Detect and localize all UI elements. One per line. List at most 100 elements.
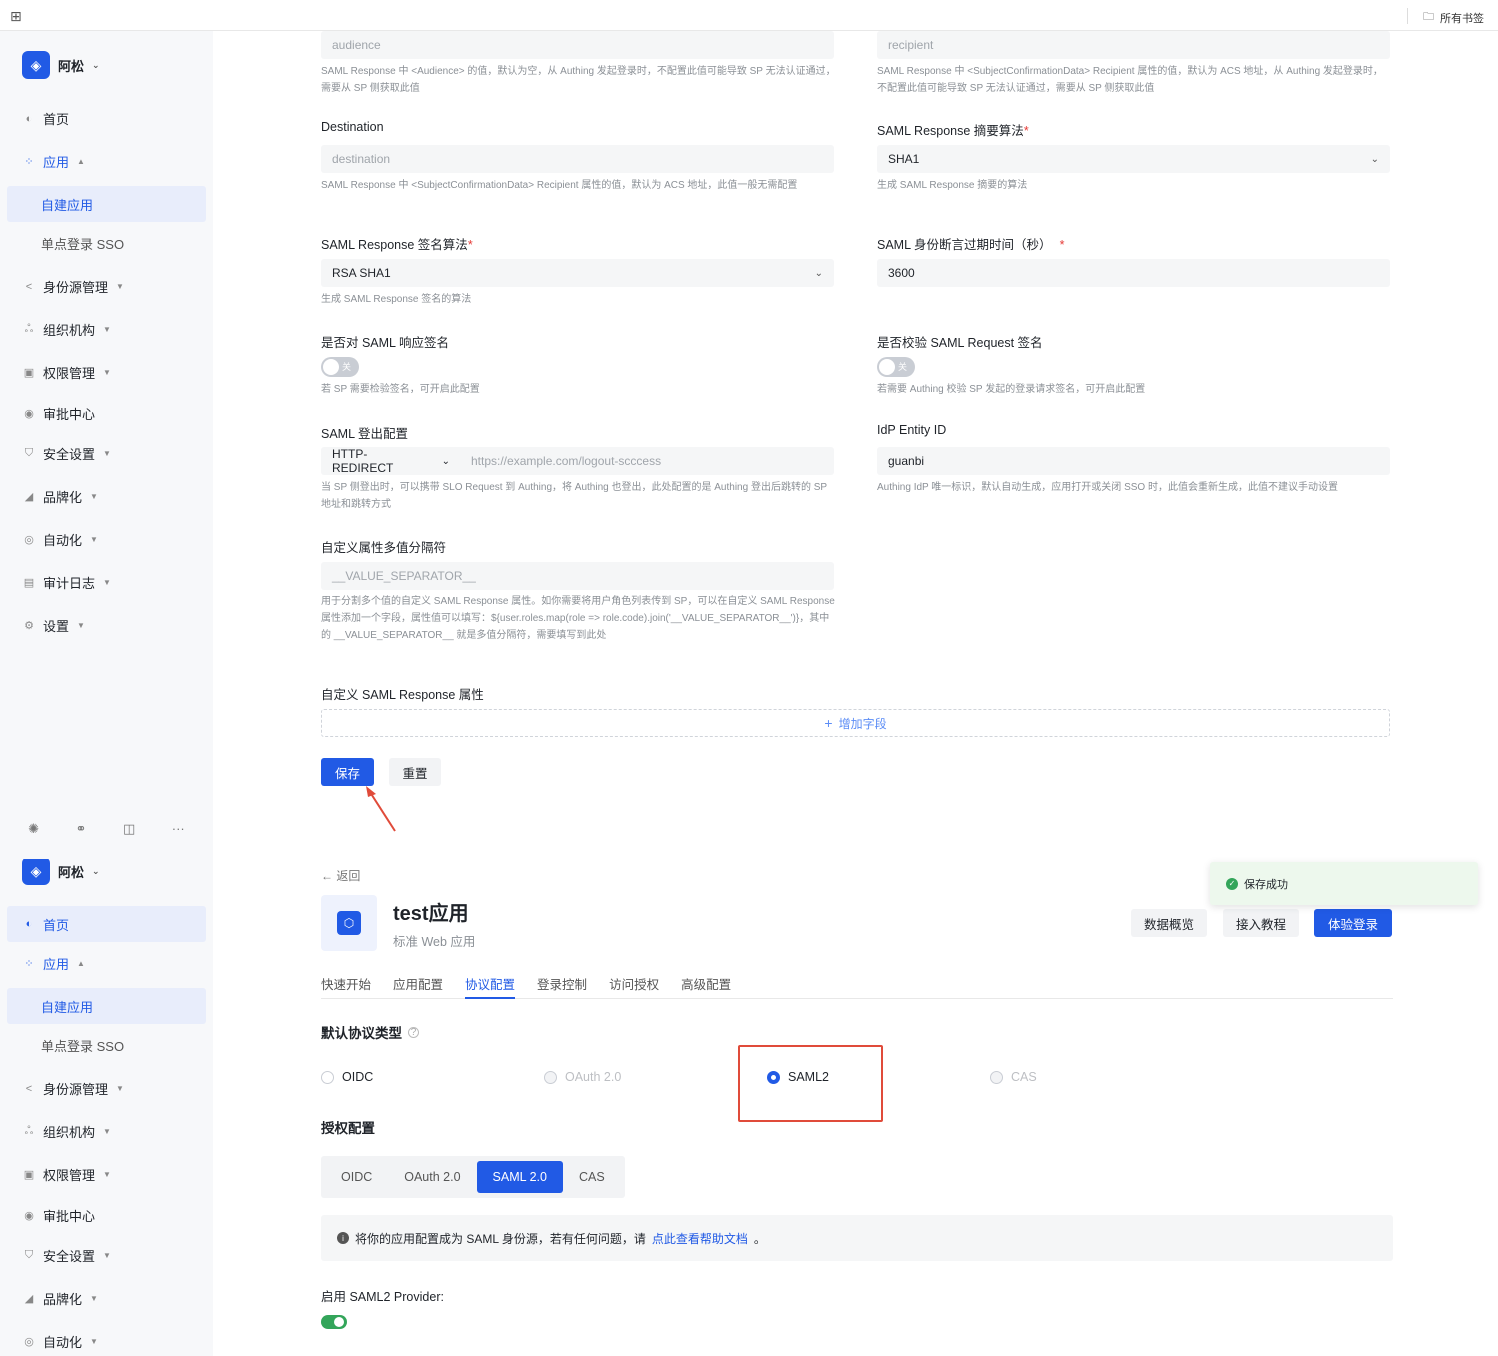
radio-circle xyxy=(321,1070,334,1084)
sidebar-item-automation[interactable]: ◎ 自动化 ▼ xyxy=(0,1320,213,1356)
sidebar-item-audit-log[interactable]: ▤ 审计日志 ▼ xyxy=(0,561,213,604)
logout-url-input[interactable]: https://example.com/logout-scccess xyxy=(461,454,661,468)
radio-oidc[interactable]: OIDC xyxy=(321,1070,373,1084)
expire-input[interactable]: 3600 xyxy=(877,259,1390,287)
value: RSA SHA1 xyxy=(332,266,391,280)
gear-icon: ⚙ xyxy=(24,620,34,632)
more-icon[interactable]: ··· xyxy=(172,821,185,837)
label: OAuth 2.0 xyxy=(565,1070,622,1084)
digest-select[interactable]: SHA1 ⌄ xyxy=(877,145,1390,173)
destination-input[interactable]: destination xyxy=(321,145,834,173)
plus-icon: + xyxy=(824,715,833,731)
tab-quick-start[interactable]: 快速开始 xyxy=(321,974,371,999)
app-title: test应用 xyxy=(393,903,469,925)
all-bookmarks[interactable]: 🗀 所有书签 xyxy=(1407,8,1484,27)
tab-advanced[interactable]: 高级配置 xyxy=(681,974,731,999)
segment-cas[interactable]: CAS xyxy=(563,1161,621,1193)
reset-button[interactable]: 重置 xyxy=(389,758,441,786)
sidebar-item-self-built-apps[interactable]: 自建应用 xyxy=(7,186,206,222)
sidebar-item-sso[interactable]: 单点登录 SSO xyxy=(0,1024,213,1067)
sidebar-item-security[interactable]: ⛉ 安全设置 ▼ xyxy=(0,1234,213,1277)
link-icon[interactable]: ⚭ xyxy=(76,821,87,837)
sidebar-item-automation[interactable]: ◎ 自动化 ▼ xyxy=(0,518,213,561)
sidebar-item-identity-sources[interactable]: < 身份源管理 ▼ xyxy=(0,265,213,308)
sidebar-item-branding[interactable]: ◢ 品牌化 ▼ xyxy=(0,1277,213,1320)
sidebar-item-branding[interactable]: ◢ 品牌化 ▼ xyxy=(0,475,213,518)
sidebar-item-approval[interactable]: ◉ 审批中心 xyxy=(0,1196,213,1234)
label: 单点登录 SSO xyxy=(41,237,125,252)
verify-request-toggle[interactable]: 关 xyxy=(877,357,915,377)
back-link[interactable]: ← 返回 xyxy=(321,867,360,884)
chevron-down-icon: ⌄ xyxy=(92,865,100,876)
separator-label: 自定义属性多值分隔符 xyxy=(321,541,447,555)
placeholder: destination xyxy=(332,152,391,166)
tab-app-config[interactable]: 应用配置 xyxy=(393,974,443,999)
segment-oauth2[interactable]: OAuth 2.0 xyxy=(388,1161,476,1193)
try-login-button[interactable]: 体验登录 xyxy=(1314,909,1392,937)
divider xyxy=(1407,8,1408,24)
caret-down-icon: ▼ xyxy=(103,1251,111,1260)
segment-saml2[interactable]: SAML 2.0 xyxy=(476,1161,563,1193)
destination-hint: SAML Response 中 <SubjectConfirmationData… xyxy=(321,180,798,191)
sidebar-item-sso[interactable]: 单点登录 SSO xyxy=(0,222,213,265)
theme-icon[interactable]: ✺ xyxy=(28,821,39,837)
caret-down-icon: ▼ xyxy=(103,368,111,377)
help-doc-link[interactable]: 点此查看帮助文档 xyxy=(652,1230,748,1247)
cube-icon: ⬡ xyxy=(337,911,361,935)
sidebar-item-home[interactable]: ◐ 首页 xyxy=(7,906,206,942)
sign-response-toggle[interactable]: 关 xyxy=(321,357,359,377)
caret-down-icon: ▼ xyxy=(116,1084,124,1093)
sign-alg-select[interactable]: RSA SHA1 ⌄ xyxy=(321,259,834,287)
tab-protocol-config[interactable]: 协议配置 xyxy=(465,974,516,999)
apps-grid-icon[interactable]: ⊞ xyxy=(10,8,22,25)
saml2-provider-toggle[interactable] xyxy=(321,1315,347,1329)
label: 首页 xyxy=(43,917,70,933)
value: guanbi xyxy=(888,454,925,468)
logout-method-select[interactable]: HTTP-REDIRECT ⌄ xyxy=(321,447,461,475)
workspace-switcher[interactable]: ◈ 阿松 ⌄ xyxy=(22,859,100,885)
sidebar-item-home[interactable]: ◐ 首页 xyxy=(0,97,213,140)
shield-icon: ⛉ xyxy=(24,447,34,459)
annotation-arrow xyxy=(366,786,396,832)
tab-login-control[interactable]: 登录控制 xyxy=(537,974,587,999)
help-icon[interactable]: ? xyxy=(408,1026,419,1038)
entity-id-hint: Authing IdP 唯一标识，默认自动生成，应用打开或关闭 SSO 时，此值… xyxy=(877,482,1338,493)
separator-input[interactable]: __VALUE_SEPARATOR__ xyxy=(321,562,834,590)
info-text: 将你的应用配置成为 SAML 身份源，若有任何问题，请 xyxy=(355,1231,646,1246)
tutorial-button[interactable]: 接入教程 xyxy=(1223,909,1299,937)
sidebar-item-self-built-apps[interactable]: 自建应用 xyxy=(7,988,206,1024)
sidebar-item-settings[interactable]: ⚙ 设置 ▼ xyxy=(0,604,213,647)
tab-access-auth[interactable]: 访问授权 xyxy=(609,974,659,999)
sidebar-item-identity-sources[interactable]: < 身份源管理 ▼ xyxy=(0,1067,213,1110)
workspace-switcher[interactable]: ◈ 阿松 ⌄ xyxy=(22,51,100,79)
save-button[interactable]: 保存 xyxy=(321,758,374,786)
nav-menu: ◐ 首页 ⁘ 应用 ▲ 自建应用 单点登录 SSO < 身份源管理 ▼ ஃ 组织机构 ▼ ▣ 权… xyxy=(0,97,213,647)
sidebar-item-apps[interactable]: ⁘ 应用 ▲ xyxy=(0,140,213,183)
sidebar-item-approval[interactable]: ◉ 审批中心 xyxy=(0,394,213,432)
saml2-provider-label: 启用 SAML2 Provider: xyxy=(321,1290,444,1304)
radio-cas[interactable]: CAS xyxy=(990,1070,1037,1084)
value: 3600 xyxy=(888,266,915,280)
org-icon: ஃ xyxy=(24,1124,34,1137)
recipient-input[interactable]: recipient xyxy=(877,31,1390,59)
sidebar-item-organization[interactable]: ஃ 组织机构 ▼ xyxy=(0,1110,213,1153)
book-icon[interactable]: ◫ xyxy=(123,821,135,837)
data-overview-button[interactable]: 数据概览 xyxy=(1131,909,1207,937)
radio-oauth2[interactable]: OAuth 2.0 xyxy=(544,1070,621,1084)
segment-oidc[interactable]: OIDC xyxy=(325,1161,388,1193)
sidebar-item-apps[interactable]: ⁘ 应用 ▲ xyxy=(0,942,213,985)
entity-id-label: IdP Entity ID xyxy=(877,423,947,437)
sidebar-item-organization[interactable]: ஃ 组织机构 ▼ xyxy=(0,308,213,351)
label: 设置 xyxy=(43,619,70,634)
default-protocol-title: 默认协议类型 ? xyxy=(321,1022,419,1042)
sidebar-item-security[interactable]: ⛉ 安全设置 ▼ xyxy=(0,432,213,475)
logout-label: SAML 登出配置 xyxy=(321,427,409,441)
add-field-button[interactable]: + 增加字段 xyxy=(321,709,1390,737)
entity-id-input[interactable]: guanbi xyxy=(877,447,1390,475)
label: 权限管理 xyxy=(43,1168,96,1183)
sidebar-item-permissions[interactable]: ▣ 权限管理 ▼ xyxy=(0,351,213,394)
audience-input[interactable]: audience xyxy=(321,31,834,59)
caret-down-icon: ▼ xyxy=(90,535,98,544)
sidebar-item-permissions[interactable]: ▣ 权限管理 ▼ xyxy=(0,1153,213,1196)
text: 默认协议类型 xyxy=(321,1026,402,1041)
